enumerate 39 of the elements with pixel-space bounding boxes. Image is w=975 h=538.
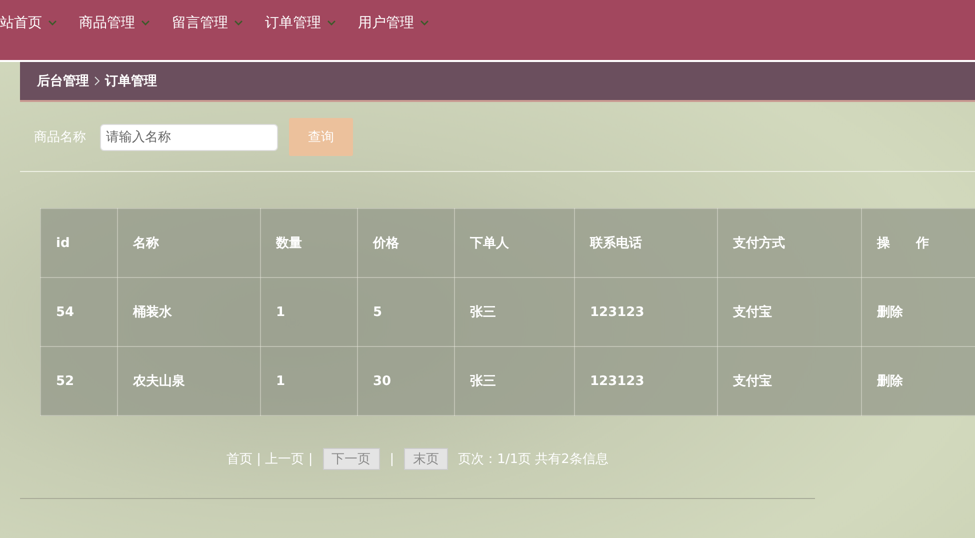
caret-down-icon [420,20,429,26]
table-cell: 农夫山泉 [118,346,260,416]
column-header: id [40,208,118,278]
column-header: 下单人 [454,208,574,278]
page-info-text: 页次：1/1页 共有2条信息 [458,451,608,468]
column-header: 数量 [260,208,358,278]
table-cell: 支付宝 [718,346,862,416]
table-cell: 5 [358,278,454,346]
caret-down-icon [327,20,336,26]
caret-down-icon [141,20,150,26]
table-cell: 52 [40,346,118,416]
table-cell: 1 [260,278,358,346]
nav-menu-item[interactable]: 商品管理 [79,14,150,32]
table-cell: 54 [40,278,118,346]
nav-menu-item[interactable]: 订单管理 [265,14,336,32]
field-label: 商品名称 [34,129,86,146]
table-cell: 张三 [454,346,574,416]
breadcrumb-text: 订单管理 [105,73,157,90]
name-input-field[interactable]: 请输入名称 [100,124,278,150]
table-cell: 30 [358,346,454,416]
chevron-right-icon [93,76,101,86]
table-cell: 张三 [454,278,574,346]
separator-text: | [390,452,394,466]
caret-down-icon [234,20,243,26]
caret-down-icon [48,20,57,26]
column-header: 支付方式 [718,208,862,278]
nav-menu-item[interactable]: 用户管理 [358,14,429,32]
column-header: 联系电话 [574,208,718,278]
nav-menu-item[interactable]: 留言管理 [172,14,243,32]
nav-menu-item[interactable]: 站首页 [0,14,57,32]
table-cell: 支付宝 [718,278,862,346]
table-cell: 123123 [574,346,718,416]
column-header: 名称 [118,208,260,278]
table-cell: 桶装水 [118,278,260,346]
table-cell: 1 [260,346,358,416]
column-header: 操 作 [862,208,975,278]
breadcrumb-text[interactable]: 后台管理 [37,72,89,90]
column-header: 价格 [358,208,454,278]
table-cell: 123123 [574,278,718,346]
